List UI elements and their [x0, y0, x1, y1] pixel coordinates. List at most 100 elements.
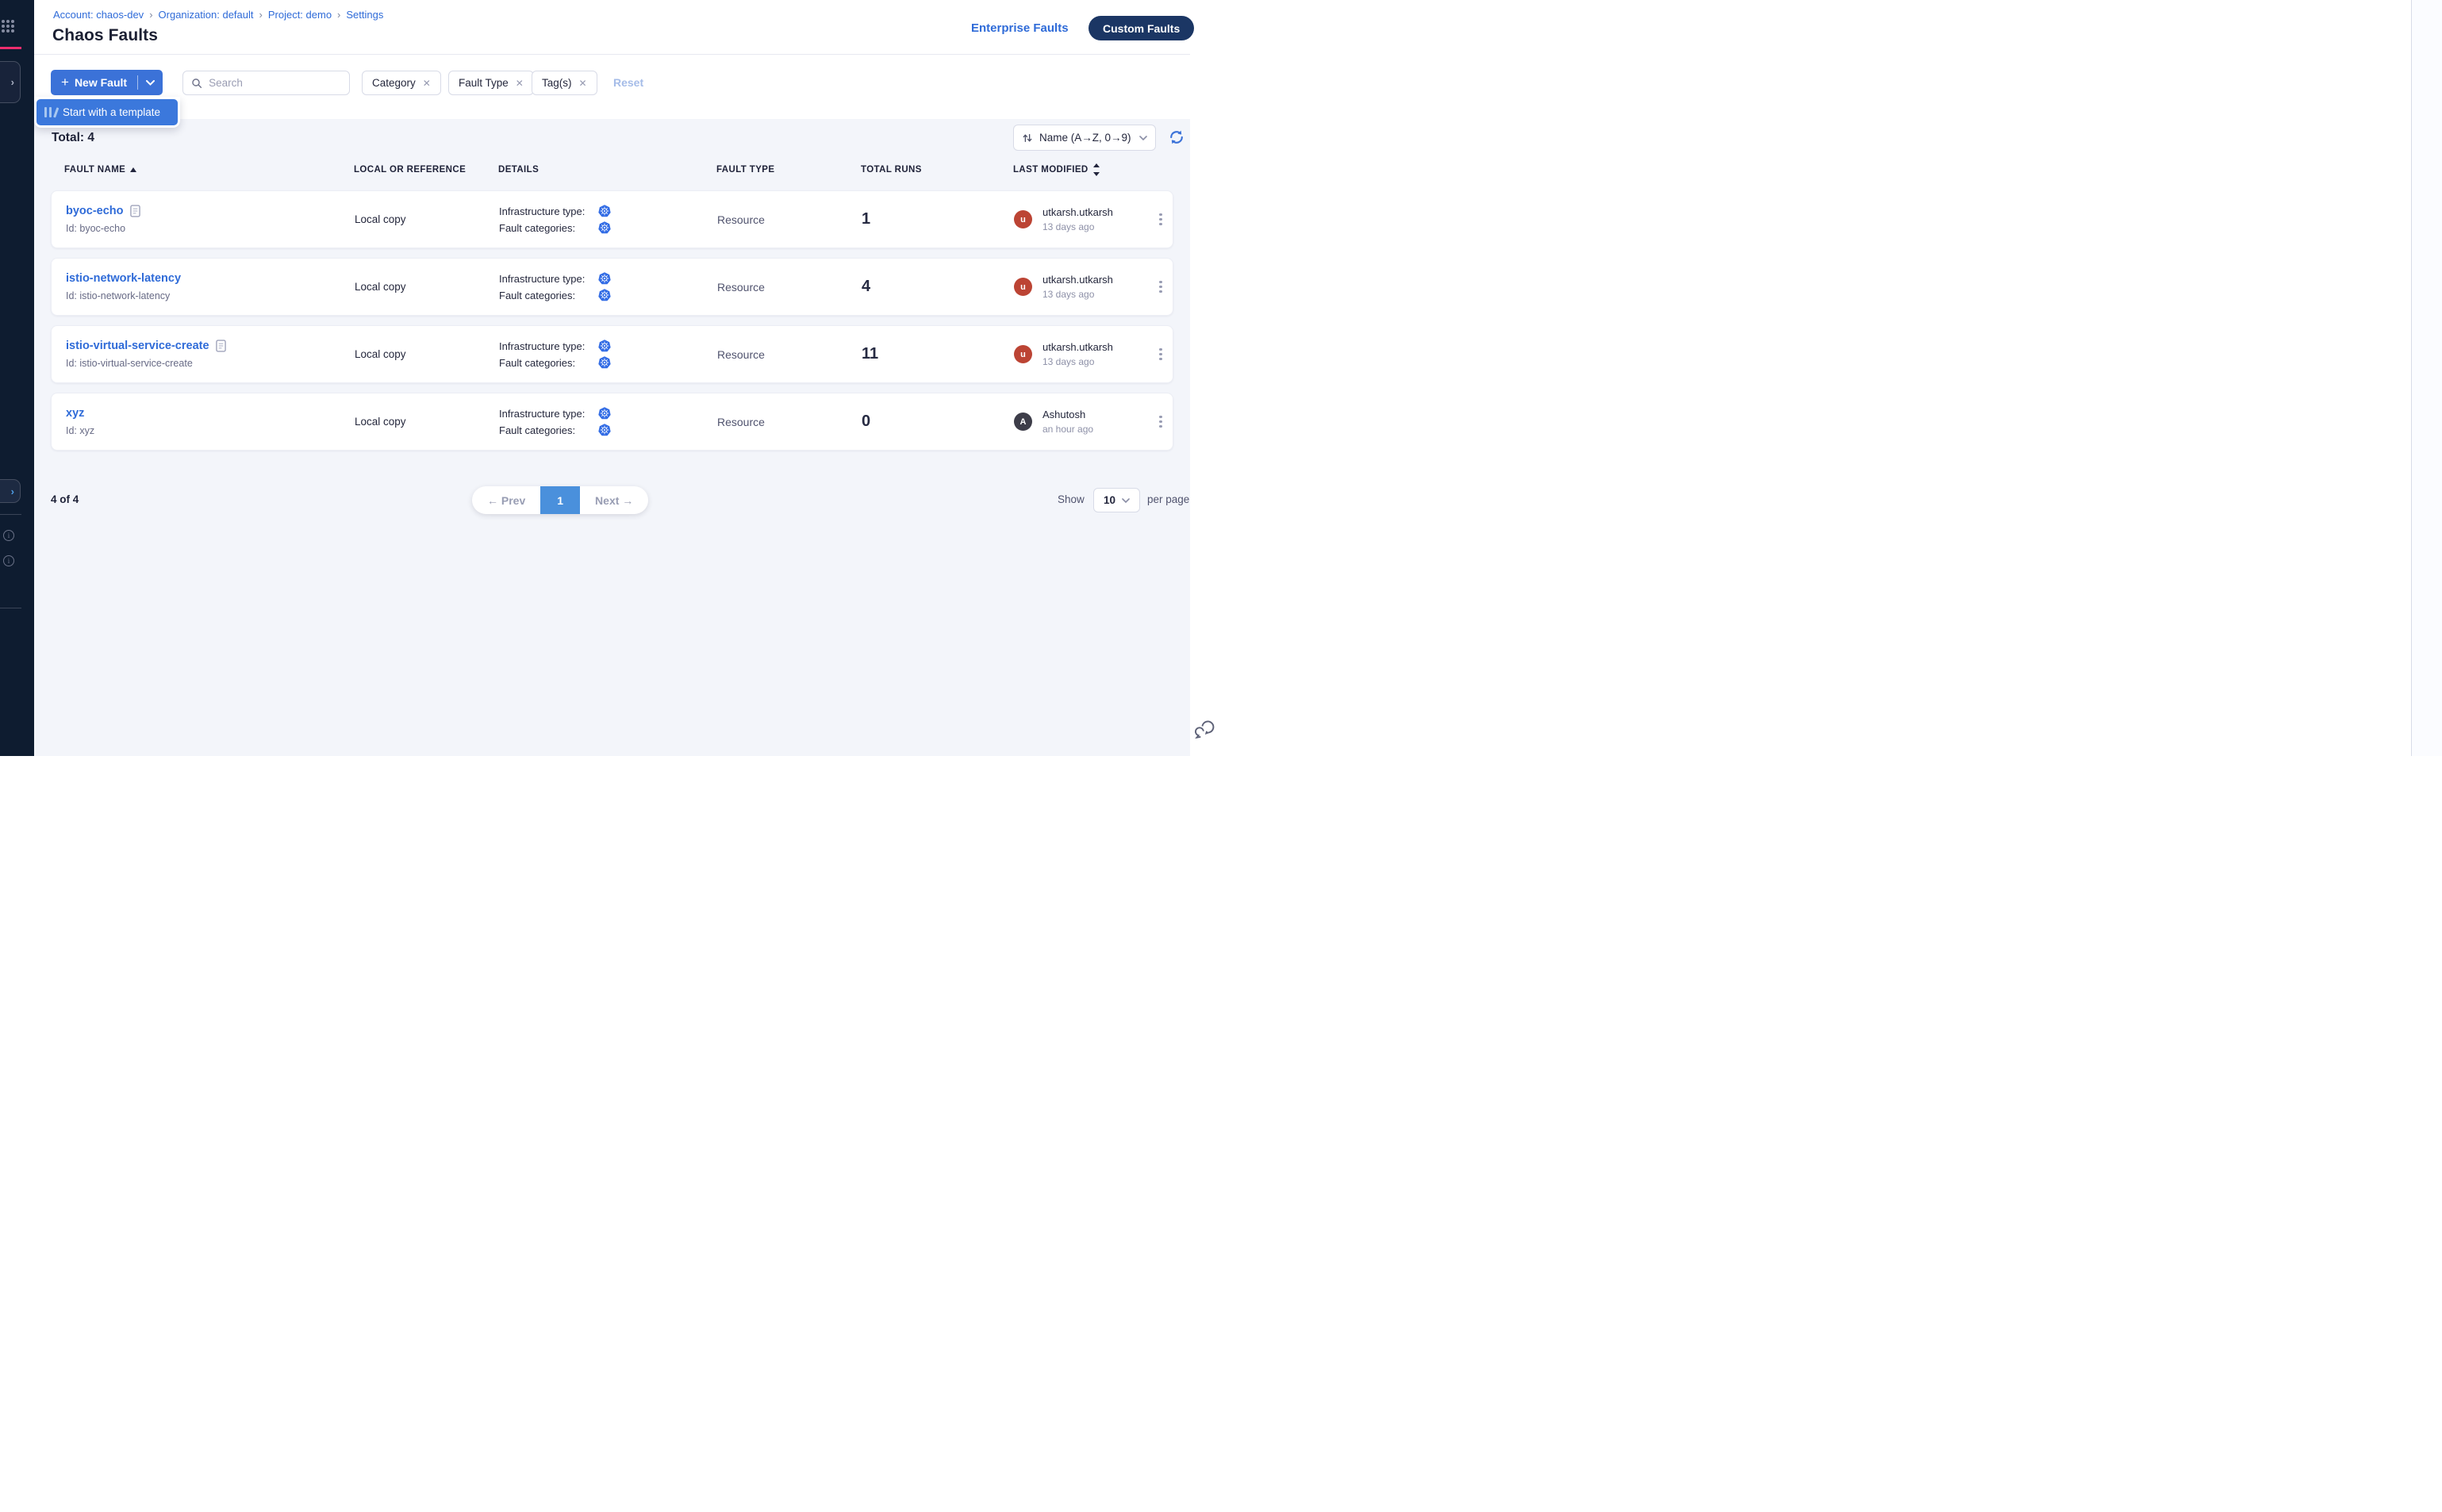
table-header-row: Fault Name Local or Reference Details Fa… [51, 160, 1173, 179]
refresh-button[interactable] [1168, 128, 1187, 147]
chevron-down-icon [146, 80, 155, 86]
show-label: Show [1058, 493, 1085, 505]
local-or-reference-value: Local copy [355, 213, 499, 225]
fault-name-link[interactable]: istio-virtual-service-create [66, 340, 209, 352]
table-row[interactable]: xyz Id: xyz Local copy Infrastructure ty… [51, 393, 1173, 451]
column-local-or-reference: Local or Reference [354, 165, 498, 175]
new-fault-label: New Fault [75, 76, 127, 89]
nav-expand-tile[interactable]: › [0, 61, 21, 103]
plus-icon: + [61, 75, 69, 90]
total-runs-value: 1 [862, 210, 1014, 228]
apps-grid-icon[interactable] [2, 20, 14, 33]
fault-name-link[interactable]: istio-network-latency [66, 272, 181, 285]
infrastructure-type-label: Infrastructure type: [499, 408, 598, 420]
breadcrumb-project[interactable]: Project: demo [268, 9, 332, 21]
filter-chip-tags[interactable]: Tag(s) ✕ [532, 71, 597, 95]
column-fault-name[interactable]: Fault Name [64, 165, 354, 175]
row-menu-kebab-icon[interactable] [1153, 343, 1169, 366]
fault-name-link[interactable]: xyz [66, 407, 84, 420]
table-row[interactable]: istio-virtual-service-create Id: istio-v… [51, 325, 1173, 383]
breadcrumb-organization[interactable]: Organization: default [159, 9, 254, 21]
chevron-down-icon [1122, 498, 1130, 503]
page-size-select[interactable]: 10 [1093, 488, 1140, 512]
info-icon[interactable]: i [3, 555, 14, 566]
new-fault-button[interactable]: + New Fault [51, 70, 163, 95]
total-runs-value: 4 [862, 278, 1014, 296]
next-page-button[interactable]: Next → [580, 486, 648, 514]
close-icon[interactable]: ✕ [423, 78, 431, 89]
close-icon[interactable]: ✕ [516, 78, 524, 89]
fault-id: Id: istio-network-latency [66, 290, 355, 301]
row-menu-kebab-icon[interactable] [1153, 209, 1169, 231]
infrastructure-type-label: Infrastructure type: [499, 340, 598, 352]
info-icon[interactable]: i [3, 530, 14, 541]
enterprise-faults-link[interactable]: Enterprise Faults [971, 21, 1069, 35]
total-count-label: Total: 4 [52, 131, 94, 145]
filter-label: Tag(s) [542, 77, 572, 89]
header-divider [34, 54, 1190, 55]
chevron-right-icon: › [11, 485, 14, 497]
menu-item-start-with-template[interactable]: Start with a template [36, 99, 178, 125]
prev-page-button[interactable]: ← Prev [472, 486, 540, 514]
modified-by-name: utkarsh.utkarsh [1042, 341, 1113, 353]
nav-expand-tile-secondary[interactable]: › [0, 479, 21, 503]
custom-faults-button[interactable]: Custom Faults [1089, 16, 1194, 40]
modified-time: 13 days ago [1042, 289, 1113, 300]
fault-id: Id: xyz [66, 425, 355, 436]
search-input[interactable] [209, 77, 341, 89]
filter-chip-category[interactable]: Category ✕ [362, 71, 441, 95]
search-icon [191, 77, 202, 90]
results-range-label: 4 of 4 [51, 493, 79, 505]
local-or-reference-value: Local copy [355, 348, 499, 360]
column-last-modified[interactable]: Last Modified [1013, 163, 1148, 176]
fault-id: Id: byoc-echo [66, 223, 355, 234]
close-icon[interactable]: ✕ [579, 78, 587, 89]
breadcrumb-separator: › [149, 9, 152, 21]
nav-accent-bar [0, 47, 21, 49]
fault-categories-label: Fault categories: [499, 424, 598, 436]
fault-categories-label: Fault categories: [499, 357, 598, 369]
sort-label: Name (A→Z, 0→9) [1039, 132, 1133, 144]
new-fault-dropdown-toggle[interactable] [138, 80, 163, 86]
breadcrumb-settings[interactable]: Settings [346, 9, 383, 21]
breadcrumb-account[interactable]: Account: chaos-dev [53, 9, 144, 21]
sort-both-icon [1093, 163, 1100, 176]
sort-select[interactable]: Name (A→Z, 0→9) [1013, 125, 1156, 151]
avatar: u [1014, 345, 1032, 363]
fault-categories-label: Fault categories: [499, 222, 598, 234]
modified-time: 13 days ago [1042, 356, 1113, 367]
fault-id: Id: istio-virtual-service-create [66, 358, 355, 369]
filter-label: Category [372, 77, 416, 89]
fault-type-value: Resource [717, 281, 862, 294]
fault-type-value: Resource [717, 213, 862, 226]
fault-name-link[interactable]: byoc-echo [66, 205, 124, 217]
table-row[interactable]: istio-network-latency Id: istio-network-… [51, 258, 1173, 316]
column-details: Details [498, 165, 716, 175]
template-icon [44, 107, 56, 117]
menu-item-label: Start with a template [63, 106, 160, 118]
reset-filters-link[interactable]: Reset [613, 76, 643, 89]
total-runs-value: 0 [862, 413, 1014, 431]
sort-asc-icon [130, 167, 136, 172]
scrollbar-gutter[interactable] [2411, 0, 2442, 756]
new-fault-menu: Start with a template [34, 97, 180, 128]
filter-chip-fault-type[interactable]: Fault Type ✕ [448, 71, 534, 95]
column-fault-type: Fault Type [716, 165, 861, 175]
rail-divider [0, 514, 21, 515]
row-menu-kebab-icon[interactable] [1153, 276, 1169, 298]
chevron-right-icon: › [11, 76, 14, 88]
kubernetes-icon [598, 340, 611, 352]
local-or-reference-value: Local copy [355, 416, 499, 428]
row-menu-kebab-icon[interactable] [1153, 411, 1169, 433]
modified-by-name: Ashutosh [1042, 409, 1093, 420]
fault-type-value: Resource [717, 348, 862, 361]
modified-time: 13 days ago [1042, 221, 1113, 232]
avatar: u [1014, 278, 1032, 296]
search-box [182, 71, 350, 95]
local-or-reference-value: Local copy [355, 281, 499, 293]
current-page-button[interactable]: 1 [540, 486, 580, 514]
chat-icon[interactable] [1192, 718, 1216, 742]
doc-icon [130, 205, 140, 217]
table-row[interactable]: byoc-echo Id: byoc-echo Local copy Infra… [51, 190, 1173, 248]
per-page-label: per page [1147, 493, 1189, 505]
